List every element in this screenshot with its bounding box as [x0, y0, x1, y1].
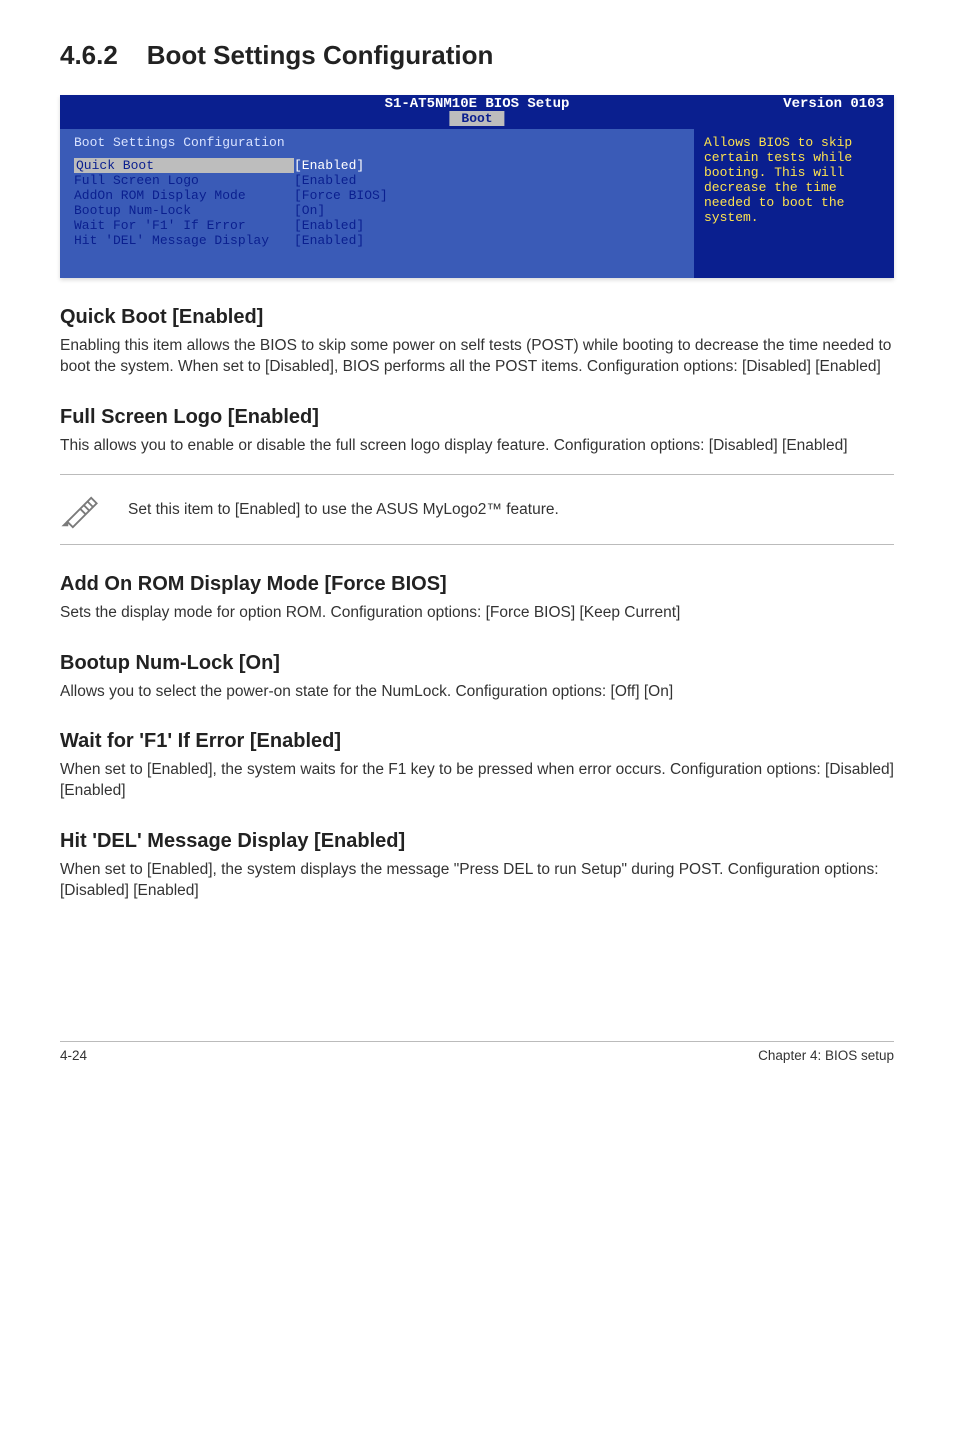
bios-row-label: Quick Boot: [74, 158, 294, 173]
note-callout: Set this item to [Enabled] to use the AS…: [60, 474, 894, 545]
bios-settings-panel: Boot Settings Configuration Quick Boot[E…: [60, 129, 694, 278]
section-title: Boot Settings Configuration: [147, 40, 494, 70]
bios-row-value: [Enabled]: [294, 158, 364, 173]
bios-row-value: [Enabled: [294, 173, 356, 188]
bios-row-label: Wait For 'F1' If Error: [74, 218, 294, 233]
bios-product-title: S1-AT5NM10E BIOS Setup: [60, 96, 894, 112]
bios-row-value: [Enabled]: [294, 218, 364, 233]
bios-help-text: Allows BIOS to skip certain tests while …: [704, 135, 852, 225]
subheading-addon-rom: Add On ROM Display Mode [Force BIOS]: [60, 573, 894, 596]
bios-panel-title: Boot Settings Configuration: [74, 135, 680, 150]
page-footer: 4-24 Chapter 4: BIOS setup: [60, 1041, 894, 1063]
footer-chapter: Chapter 4: BIOS setup: [758, 1048, 894, 1063]
bios-row-value: [Force BIOS]: [294, 188, 388, 203]
bios-row-value: [On]: [294, 203, 325, 218]
bios-screenshot: S1-AT5NM10E BIOS Setup Boot Version 0103…: [60, 95, 894, 278]
bios-row-label: Bootup Num-Lock: [74, 203, 294, 218]
bios-row: AddOn ROM Display Mode[Force BIOS]: [74, 188, 680, 203]
section-number: 4.6.2: [60, 40, 118, 70]
paragraph: When set to [Enabled], the system displa…: [60, 859, 894, 902]
paragraph: Enabling this item allows the BIOS to sk…: [60, 335, 894, 378]
bios-header: S1-AT5NM10E BIOS Setup Boot Version 0103: [60, 95, 894, 129]
bios-row-label: Hit 'DEL' Message Display: [74, 233, 294, 248]
bios-row-value: [Enabled]: [294, 233, 364, 248]
section-heading: 4.6.2 Boot Settings Configuration: [60, 40, 894, 71]
bios-body: Boot Settings Configuration Quick Boot[E…: [60, 129, 894, 278]
bios-row: Hit 'DEL' Message Display[Enabled]: [74, 233, 680, 248]
note-text: Set this item to [Enabled] to use the AS…: [128, 501, 559, 519]
paragraph: This allows you to enable or disable the…: [60, 435, 894, 456]
bios-version: Version 0103: [783, 96, 884, 112]
subheading-bootup-numlock: Bootup Num-Lock [On]: [60, 652, 894, 675]
subheading-full-screen-logo: Full Screen Logo [Enabled]: [60, 406, 894, 429]
paragraph: Sets the display mode for option ROM. Co…: [60, 602, 894, 623]
bios-help-panel: Allows BIOS to skip certain tests while …: [694, 129, 894, 278]
bios-row: Wait For 'F1' If Error[Enabled]: [74, 218, 680, 233]
bios-row-label: Full Screen Logo: [74, 173, 294, 188]
bios-row-label: AddOn ROM Display Mode: [74, 188, 294, 203]
page-number: 4-24: [60, 1048, 87, 1063]
note-pencil-icon: [60, 485, 104, 534]
bios-row: Quick Boot[Enabled]: [74, 158, 680, 173]
subheading-hit-del: Hit 'DEL' Message Display [Enabled]: [60, 830, 894, 853]
paragraph: When set to [Enabled], the system waits …: [60, 759, 894, 802]
bios-row: Bootup Num-Lock[On]: [74, 203, 680, 218]
subheading-wait-f1: Wait for 'F1' If Error [Enabled]: [60, 730, 894, 753]
subheading-quick-boot: Quick Boot [Enabled]: [60, 306, 894, 329]
bios-row: Full Screen Logo[Enabled: [74, 173, 680, 188]
bios-tab-boot: Boot: [449, 111, 504, 126]
paragraph: Allows you to select the power-on state …: [60, 681, 894, 702]
